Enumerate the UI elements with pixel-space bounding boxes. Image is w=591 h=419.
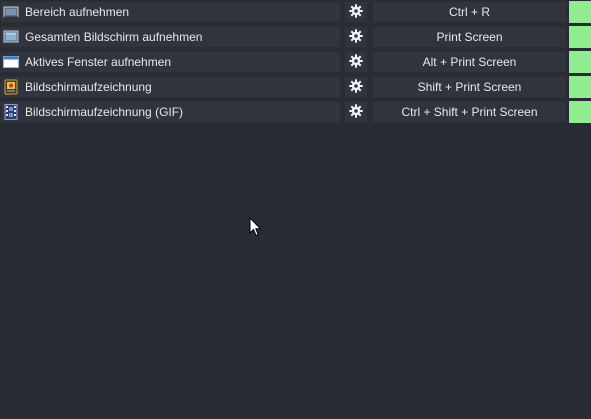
mouse-pointer-icon: [249, 216, 263, 237]
gear-icon: [349, 53, 363, 71]
hotkey-status-indicator: [569, 101, 591, 123]
hotkey-row-region-capture: Bereich aufnehmen Ctrl + R: [0, 0, 591, 25]
gear-icon: [349, 28, 363, 46]
hotkey-name-label: Bildschirmaufzeichnung (GIF): [25, 105, 184, 119]
task-settings-button[interactable]: [344, 76, 368, 98]
hotkey-list: Bereich aufnehmen Ctrl + R Gesamten Bild…: [0, 0, 591, 125]
hotkey-row-gif-recording: Bildschirmaufzeichnung (GIF) Ctrl + Shif…: [0, 100, 591, 125]
screen-recording-icon: [3, 79, 19, 95]
task-settings-button[interactable]: [344, 101, 368, 123]
hotkey-name-label: Bereich aufnehmen: [25, 5, 130, 19]
hotkey-name-cell[interactable]: Aktives Fenster aufnehmen: [0, 51, 341, 73]
hotkey-name-cell[interactable]: Bildschirmaufzeichnung: [0, 76, 341, 98]
hotkey-status-indicator: [569, 26, 591, 48]
hotkey-row-window-capture: Aktives Fenster aufnehmen Alt + Print Sc…: [0, 50, 591, 75]
task-settings-button[interactable]: [344, 26, 368, 48]
gif-recording-icon: [3, 104, 19, 120]
hotkey-name-cell[interactable]: Gesamten Bildschirm aufnehmen: [0, 26, 341, 48]
gear-icon: [349, 3, 363, 21]
gear-icon: [349, 78, 363, 96]
hotkey-button[interactable]: Shift + Print Screen: [372, 76, 567, 98]
gear-icon: [349, 103, 363, 121]
hotkey-status-indicator: [569, 51, 591, 73]
hotkey-button[interactable]: Ctrl + Shift + Print Screen: [372, 101, 567, 123]
hotkey-button[interactable]: Ctrl + R: [372, 1, 567, 23]
fullscreen-capture-icon: [3, 29, 19, 45]
hotkey-name-cell[interactable]: Bildschirmaufzeichnung (GIF): [0, 101, 341, 123]
hotkey-status-indicator: [569, 76, 591, 98]
hotkey-name-cell[interactable]: Bereich aufnehmen: [0, 1, 341, 23]
window-capture-icon: [3, 54, 19, 70]
hotkey-row-fullscreen-capture: Gesamten Bildschirm aufnehmen Print Scre…: [0, 25, 591, 50]
hotkey-status-indicator: [569, 1, 591, 23]
hotkey-button[interactable]: Alt + Print Screen: [372, 51, 567, 73]
task-settings-button[interactable]: [344, 51, 368, 73]
region-capture-icon: [3, 4, 19, 20]
hotkey-row-screen-recording: Bildschirmaufzeichnung Shift + Print Scr…: [0, 75, 591, 100]
hotkey-name-label: Aktives Fenster aufnehmen: [25, 55, 172, 69]
hotkey-name-label: Bildschirmaufzeichnung: [25, 80, 152, 94]
hotkey-button[interactable]: Print Screen: [372, 26, 567, 48]
task-settings-button[interactable]: [344, 1, 368, 23]
hotkey-name-label: Gesamten Bildschirm aufnehmen: [25, 30, 203, 44]
